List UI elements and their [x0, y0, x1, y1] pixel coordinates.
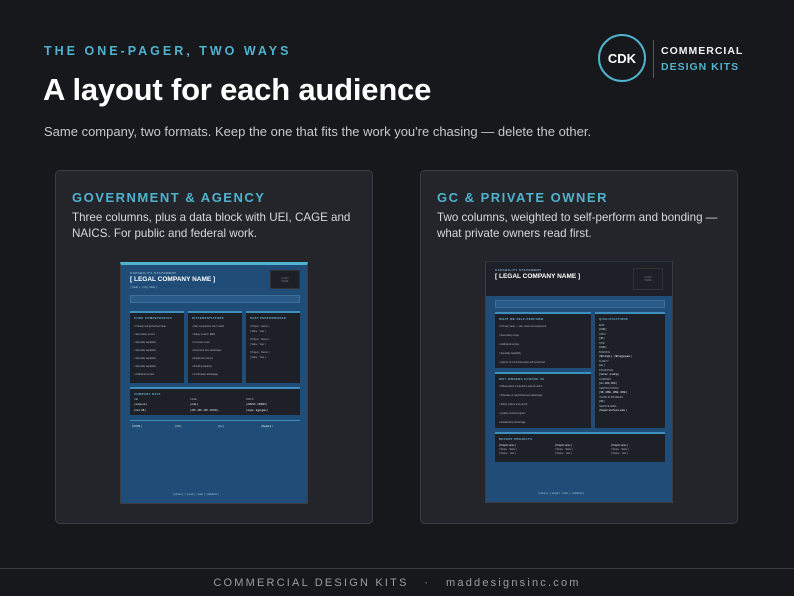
- doc-kicker: CAPABILITY STATEMENT: [130, 271, 177, 275]
- brand-line1: COMMERCIAL: [661, 45, 744, 57]
- eyebrow: THE ONE-PAGER, TWO WAYS: [44, 44, 292, 58]
- doc-section-why-owners: WHY OWNERS CHOOSE US • Differentiator co…: [495, 372, 591, 428]
- brand-line2: DESIGN KITS: [661, 61, 740, 73]
- doc-section-self-perform: WHAT WE SELF-PERFORM • Primary trade — o…: [495, 312, 591, 368]
- doc-summary-bar: [495, 300, 665, 308]
- brand-divider: [653, 40, 654, 78]
- brand-mark-icon: CDK: [598, 34, 646, 82]
- doc-company-name: [ LEGAL COMPANY NAME ]: [130, 276, 216, 283]
- doc-section-recent-projects: RECENT PROJECTS [ Project name ] [ Scope…: [495, 432, 665, 462]
- card-description: Three columns, plus a data block with UE…: [72, 211, 351, 240]
- preview-private-one-pager[interactable]: CAPABILITY STATEMENT [ LEGAL COMPANY NAM…: [485, 261, 673, 503]
- doc-column-3: PAST PERFORMANCE [ Project · Owner ] [ V…: [246, 311, 300, 383]
- logo-placeholder-icon: LOGO HERE: [270, 270, 300, 289]
- doc-tagline: [ Trade ] · [ City, State ]: [130, 286, 157, 289]
- footer-divider: [0, 568, 794, 569]
- page-subtitle: Same company, two formats. Keep the one …: [44, 124, 592, 139]
- preview-government-one-pager[interactable]: CAPABILITY STATEMENT [ LEGAL COMPANY NAM…: [120, 262, 308, 504]
- card-private-owner[interactable]: GC & PRIVATE OWNER Two columns, weighted…: [420, 170, 738, 524]
- doc-footer: [ phone ] · [ email ] · [ web ] · [ addr…: [538, 492, 584, 495]
- card-description: Two columns, weighted to self-perform an…: [437, 211, 718, 240]
- brand-logo: CDK COMMERCIAL DESIGN KITS: [598, 34, 758, 82]
- doc-section-qualifications: QUALIFICATIONS EMR [ 0.00 ] OSHA [ 30 ] …: [595, 312, 665, 428]
- footer-text: COMMERCIAL DESIGN KITS · maddesignsinc.c…: [213, 577, 581, 589]
- card-government[interactable]: GOVERNMENT & AGENCY Three columns, plus …: [55, 170, 373, 524]
- doc-summary-bar: [130, 295, 300, 303]
- doc-column-1: CORE COMPETENCIES • Primary self-perform…: [130, 311, 184, 383]
- doc-column-2: DIFFERENTIATORS • Why competitors can't …: [188, 311, 242, 383]
- logo-placeholder-icon: LOGO HERE: [633, 268, 663, 290]
- doc-footer: [ phone ] · [ email ] · [ web ] · [ addr…: [173, 493, 219, 496]
- doc-company-name: [ LEGAL COMPANY NAME ]: [495, 273, 581, 280]
- page-title: A layout for each audience: [43, 72, 432, 107]
- card-title: GC & PRIVATE OWNER: [437, 190, 608, 205]
- doc-kicker: CAPABILITY STATEMENT: [495, 268, 542, 272]
- doc-data-block: COMPANY DATA UEI [ unique-id ] CAGE [ co…: [130, 387, 300, 415]
- card-title: GOVERNMENT & AGENCY: [72, 190, 266, 205]
